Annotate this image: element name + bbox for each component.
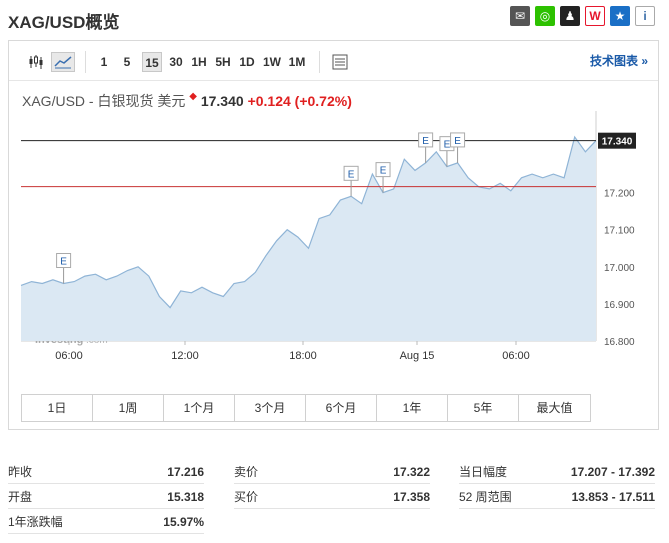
- last-price: 17.340: [200, 93, 244, 109]
- favorite-icon[interactable]: ★: [610, 6, 630, 26]
- range-1m[interactable]: 1个月: [164, 395, 235, 421]
- stat-prev-close: 昨收 17.216: [8, 460, 204, 484]
- interval-15[interactable]: 15: [142, 52, 162, 72]
- interval-1h[interactable]: 1H: [189, 52, 209, 72]
- x-tick-label: 06:00: [502, 350, 530, 362]
- range-1d[interactable]: 1日: [22, 395, 93, 421]
- y-tick-label: 16.900: [604, 300, 635, 311]
- technical-chart-link[interactable]: 技术图表 »: [590, 52, 648, 69]
- event-marker-label: E: [444, 140, 451, 151]
- interval-5h[interactable]: 5H: [213, 52, 233, 72]
- share-bar: ✉ ◎ ♟ W ★ i: [510, 6, 655, 26]
- info-icon[interactable]: i: [635, 6, 655, 26]
- range-5y[interactable]: 5年: [448, 395, 519, 421]
- interval-1[interactable]: 1: [97, 52, 111, 72]
- price-area: [21, 137, 596, 341]
- candlestick-icon[interactable]: [27, 52, 45, 72]
- range-selector: 1日 1周 1个月 3个月 6个月 1年 5年 最大值: [21, 394, 591, 422]
- page-title: XAG/USD概览: [8, 13, 120, 32]
- range-3m[interactable]: 3个月: [235, 395, 306, 421]
- quote-line: XAG/USD - 白银现货 美元 ◆ 17.340 +0.124 (+0.72…: [22, 91, 352, 111]
- y-tick-label: 17.100: [604, 226, 635, 237]
- stat-day-range: 当日幅度 17.207 - 17.392: [459, 460, 655, 484]
- instrument-name: XAG/USD - 白银现货 美元: [22, 93, 186, 109]
- interval-5[interactable]: 5: [120, 52, 134, 72]
- interval-30[interactable]: 30: [167, 52, 185, 72]
- x-tick-label: 12:00: [171, 350, 199, 362]
- event-marker-label: E: [348, 169, 355, 180]
- x-tick-label: Aug 15: [400, 350, 435, 362]
- table-view-icon[interactable]: [331, 52, 349, 72]
- qq-icon[interactable]: ♟: [560, 6, 580, 26]
- wechat-icon[interactable]: ◎: [535, 6, 555, 26]
- event-marker-label: E: [454, 136, 461, 147]
- up-arrow-icon: ◆: [189, 91, 197, 102]
- stat-ask: 卖价 17.322: [234, 460, 430, 484]
- y-tick-label: 17.000: [604, 263, 635, 274]
- stat-52wk-range: 52 周范围 13.853 - 17.511: [459, 485, 655, 509]
- event-marker-label: E: [60, 257, 67, 268]
- y-tick-label: 16.800: [604, 337, 635, 348]
- x-tick-label: 18:00: [289, 350, 317, 362]
- stat-bid: 买价 17.358: [234, 485, 430, 509]
- price-change: +0.124: [247, 93, 291, 109]
- price-chart[interactable]: 英为财情Investing.com17.34017.20017.10017.00…: [9, 111, 658, 381]
- range-1y[interactable]: 1年: [377, 395, 448, 421]
- range-6m[interactable]: 6个月: [306, 395, 377, 421]
- x-tick-label: 06:00: [55, 350, 83, 362]
- chart-toolbar: 1 5 15 30 1H 5H 1D 1W 1M 技术图表 »: [9, 41, 658, 81]
- stat-open: 开盘 15.318: [8, 485, 204, 509]
- weibo-icon[interactable]: W: [585, 6, 605, 26]
- interval-1w[interactable]: 1W: [261, 52, 283, 72]
- range-max[interactable]: 最大值: [519, 395, 590, 421]
- chart-panel: 1 5 15 30 1H 5H 1D 1W 1M 技术图表 » XAG/USD …: [8, 40, 659, 430]
- stat-1y-change: 1年涨跌幅 15.97%: [8, 510, 204, 534]
- price-change-pct: (+0.72%): [294, 93, 352, 109]
- interval-1d[interactable]: 1D: [237, 52, 257, 72]
- current-price-label: 17.340: [602, 137, 633, 148]
- range-1w[interactable]: 1周: [93, 395, 164, 421]
- mail-icon[interactable]: ✉: [510, 6, 530, 26]
- area-chart-icon[interactable]: [51, 52, 75, 72]
- interval-1m[interactable]: 1M: [286, 52, 308, 72]
- y-tick-label: 17.200: [604, 189, 635, 200]
- event-marker-label: E: [422, 136, 429, 147]
- event-marker-label: E: [380, 166, 387, 177]
